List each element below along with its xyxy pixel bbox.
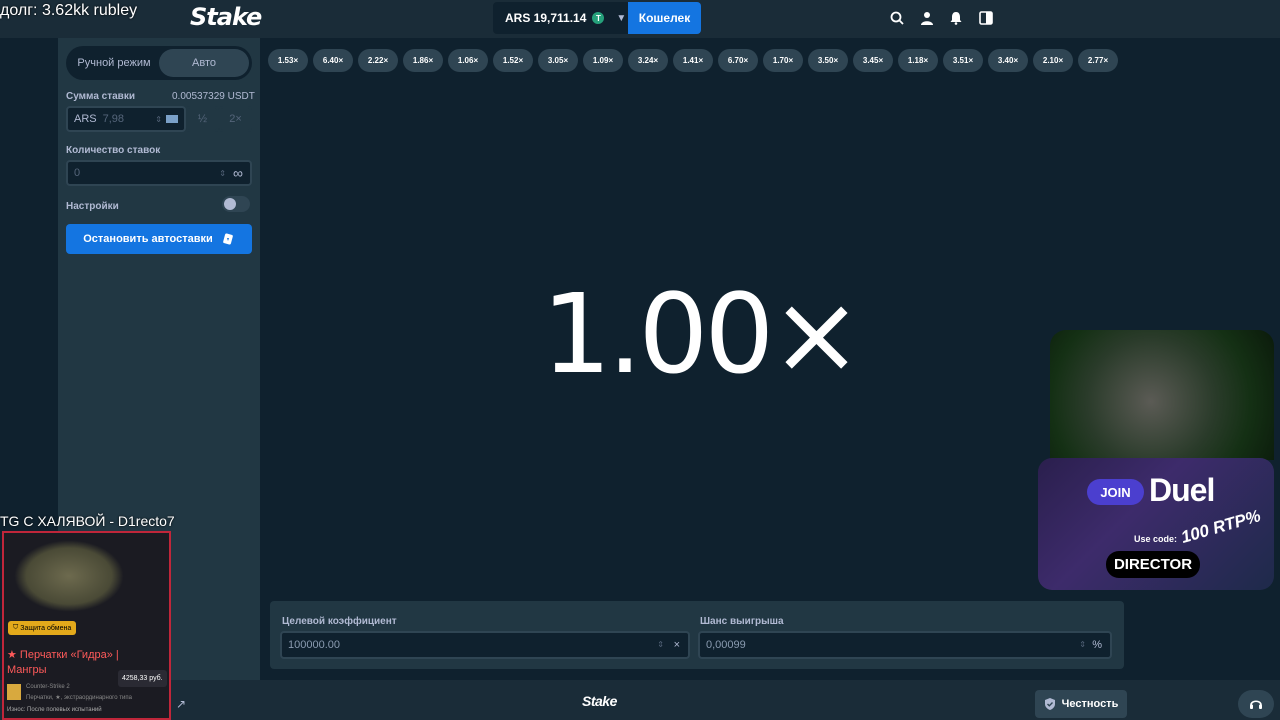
shield-icon: ⛉ bbox=[13, 624, 19, 631]
history-chip[interactable]: 2.77× bbox=[1078, 49, 1118, 72]
win-chance-value: 0,00099 bbox=[706, 639, 746, 651]
stop-autobet-label: Остановить автоставки bbox=[83, 233, 213, 245]
history-bar: 1.53× 6.40× 2.22× 1.86× 1.06× 1.52× 3.05× 1.09×… bbox=[268, 49, 1118, 72]
history-chip[interactable]: 3.40× bbox=[988, 49, 1028, 72]
bet-currency: ARS bbox=[74, 113, 97, 125]
item-game: Counter-Strike 2 bbox=[26, 684, 70, 690]
settings-panel: Целевой коэффициент 100000.00 ⇕ × Шанс в… bbox=[270, 601, 1124, 669]
balance-amount: ARS 19,711.14 bbox=[505, 11, 587, 25]
history-chip[interactable]: 2.22× bbox=[358, 49, 398, 72]
item-wear: Износ: После полевых испытаний bbox=[7, 707, 102, 713]
percent-suffix: % bbox=[1092, 639, 1102, 651]
history-chip[interactable]: 1.18× bbox=[898, 49, 938, 72]
history-chip[interactable]: 2.10× bbox=[1033, 49, 1073, 72]
mode-toggle: Ручной режим Авто bbox=[66, 46, 252, 80]
history-chip[interactable]: 1.52× bbox=[493, 49, 533, 72]
item-price: 4258,33 руб. bbox=[118, 670, 167, 687]
infinity-icon[interactable]: ∞ bbox=[233, 165, 243, 181]
balance-selector[interactable]: ARS 19,711.14 T ▼ bbox=[493, 2, 628, 34]
streamer-webcam bbox=[1050, 330, 1274, 460]
history-chip[interactable]: 1.41× bbox=[673, 49, 713, 72]
sidebar-toggle-icon[interactable] bbox=[977, 9, 995, 27]
history-chip[interactable]: 1.53× bbox=[268, 49, 308, 72]
stop-autobet-button[interactable]: Остановить автоставки bbox=[66, 224, 252, 254]
search-icon[interactable] bbox=[888, 9, 906, 27]
stepper-icon[interactable]: ⇕ bbox=[219, 169, 226, 178]
gloves-image bbox=[14, 540, 124, 612]
tether-icon: T bbox=[592, 12, 605, 24]
half-button[interactable]: ½ bbox=[186, 106, 219, 132]
history-chip[interactable]: 6.40× bbox=[313, 49, 353, 72]
win-chance-input[interactable]: 0,00099 ⇕ % bbox=[698, 631, 1112, 659]
stake-logo[interactable]: Stake bbox=[190, 3, 262, 31]
history-chip[interactable]: 1.86× bbox=[403, 49, 443, 72]
history-chip[interactable]: 1.09× bbox=[583, 49, 623, 72]
join-badge: JOIN bbox=[1087, 479, 1144, 505]
bet-count-value: 0 bbox=[74, 167, 81, 179]
use-code-label: Use code: bbox=[1134, 534, 1178, 544]
wallet-button[interactable]: Кошелек bbox=[628, 2, 701, 34]
stepper-icon[interactable]: ⇕ bbox=[1079, 640, 1086, 649]
history-chip[interactable]: 1.06× bbox=[448, 49, 488, 72]
promo-code: DIRECTOR bbox=[1106, 551, 1200, 578]
stream-tg-text: TG С ХАЛЯВОЙ - D1recto7 bbox=[0, 513, 175, 529]
fairness-label: Честность bbox=[1061, 698, 1119, 710]
target-multiplier-label: Целевой коэффициент bbox=[282, 616, 397, 627]
history-chip[interactable]: 3.45× bbox=[853, 49, 893, 72]
multiplier-suffix: × bbox=[673, 639, 680, 651]
history-chip[interactable]: 6.70× bbox=[718, 49, 758, 72]
double-button[interactable]: 2× bbox=[219, 106, 252, 132]
tab-manual[interactable]: Ручной режим bbox=[69, 49, 159, 77]
user-icon[interactable] bbox=[918, 9, 936, 27]
chevron-down-icon: ▼ bbox=[616, 12, 627, 24]
history-chip[interactable]: 3.50× bbox=[808, 49, 848, 72]
bet-amount-input[interactable]: ARS 7,98 ⇕ bbox=[66, 106, 186, 132]
bet-amount-usdt: 0.00537329 USDT bbox=[172, 91, 255, 102]
history-chip[interactable]: 3.24× bbox=[628, 49, 668, 72]
current-multiplier: 1.00× bbox=[541, 270, 862, 398]
trade-protection-badge: ⛉ Защита обмена bbox=[8, 621, 77, 635]
win-chance-label: Шанс выигрыша bbox=[700, 616, 784, 627]
flag-icon bbox=[166, 115, 178, 123]
tab-auto[interactable]: Авто bbox=[159, 49, 249, 77]
toggle-knob bbox=[224, 198, 236, 210]
cards-icon bbox=[222, 233, 233, 245]
stream-debt-text: долг: 3.62kk rubley bbox=[0, 2, 138, 19]
target-multiplier-value: 100000.00 bbox=[288, 639, 340, 651]
bet-count-label: Количество ставок bbox=[66, 145, 161, 156]
stepper-icon[interactable]: ⇕ bbox=[155, 115, 162, 124]
target-multiplier-input[interactable]: 100000.00 ⇕ × bbox=[280, 631, 690, 659]
stepper-icon[interactable]: ⇕ bbox=[657, 640, 664, 649]
bet-count-input[interactable]: 0 ⇕ ∞ bbox=[66, 160, 252, 186]
history-chip[interactable]: 3.51× bbox=[943, 49, 983, 72]
bet-amount-label: Сумма ставки bbox=[66, 91, 135, 102]
shield-icon bbox=[1044, 698, 1055, 710]
bet-value: 7,98 bbox=[102, 113, 125, 125]
settings-toggle[interactable] bbox=[222, 196, 250, 212]
fairness-button[interactable]: Честность bbox=[1035, 690, 1127, 718]
history-chip[interactable]: 1.70× bbox=[763, 49, 803, 72]
duel-brand: Duel bbox=[1149, 472, 1215, 508]
support-headset-icon[interactable] bbox=[1238, 690, 1274, 718]
external-link-icon[interactable]: ↗ bbox=[176, 697, 186, 711]
footer-logo: Stake bbox=[582, 693, 617, 709]
cs2-icon bbox=[7, 684, 21, 700]
bell-icon[interactable] bbox=[947, 9, 965, 27]
settings-label: Настройки bbox=[66, 201, 119, 212]
trade-protection-label: Защита обмена bbox=[20, 624, 72, 632]
history-chip[interactable]: 3.05× bbox=[538, 49, 578, 72]
item-type: Перчатки, ★, экстраординарного типа bbox=[26, 695, 132, 701]
